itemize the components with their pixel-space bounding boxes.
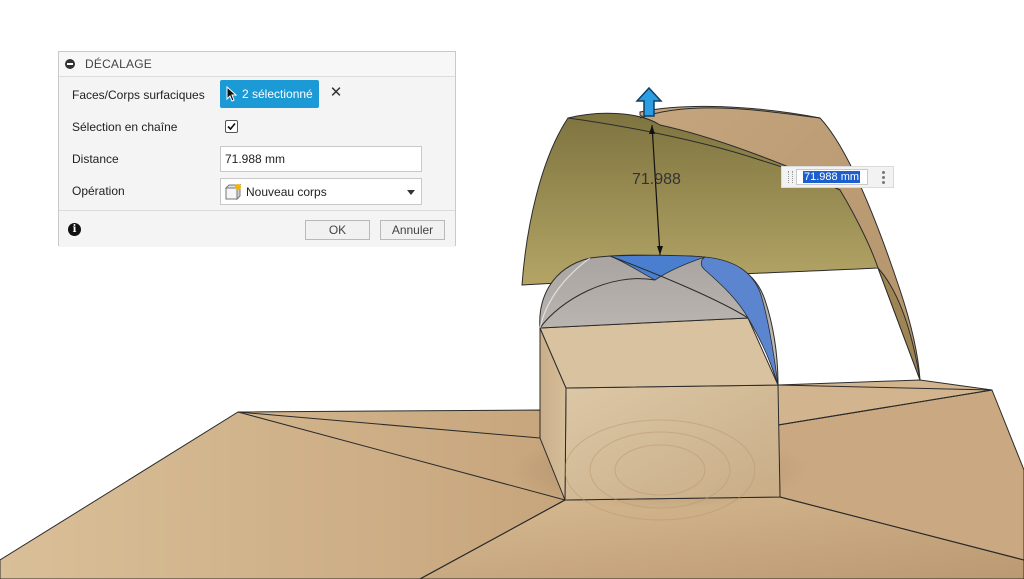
operation-label: Opération (72, 184, 125, 198)
cancel-button[interactable]: Annuler (380, 220, 445, 240)
offset-dialog: DÉCALAGE Faces/Corps surfaciques 2 sélec… (58, 51, 456, 247)
collapse-icon[interactable] (65, 59, 75, 69)
ok-button[interactable]: OK (305, 220, 370, 240)
base-plate[interactable] (0, 379, 1024, 579)
checkmark-icon (227, 122, 236, 131)
distance-input[interactable]: 71.988 mm (220, 146, 422, 172)
chain-selection-label: Sélection en chaîne (72, 120, 178, 134)
dimension-label: 71.988 (632, 171, 681, 188)
chevron-down-icon (407, 190, 415, 195)
new-body-icon (224, 183, 242, 200)
dialog-header[interactable]: DÉCALAGE (59, 52, 455, 77)
dialog-footer: i OK Annuler (59, 210, 455, 247)
distance-label: Distance (72, 152, 119, 166)
drag-handle-icon[interactable] (788, 171, 793, 183)
selection-button[interactable]: 2 sélectionné (220, 80, 319, 108)
cursor-icon (226, 86, 238, 102)
clear-selection-icon[interactable]: ✕ (329, 85, 343, 100)
operation-select[interactable]: Nouveau corps (220, 178, 422, 205)
faces-label: Faces/Corps surfaciques (72, 88, 205, 102)
chain-selection-checkbox[interactable] (225, 120, 238, 133)
wood-block[interactable] (539, 317, 781, 521)
dialog-title: DÉCALAGE (85, 57, 152, 71)
info-icon[interactable]: i (68, 223, 81, 236)
more-options-icon[interactable] (882, 171, 885, 185)
dimension-input[interactable]: 71.988 mm (796, 169, 868, 185)
dimension-input-box: 71.988 mm (781, 166, 894, 188)
